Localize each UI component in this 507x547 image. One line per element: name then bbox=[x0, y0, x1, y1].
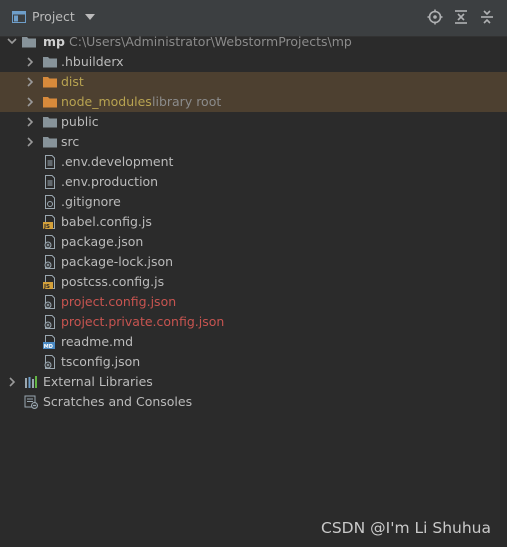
root-path: C:\Users\Administrator\WebstormProjects\… bbox=[69, 34, 352, 49]
json-file-icon bbox=[44, 355, 55, 369]
tree-item-src[interactable]: src bbox=[0, 132, 507, 152]
tree-item-label: dist bbox=[61, 74, 84, 89]
tree-item-label: package-lock.json bbox=[61, 254, 174, 269]
chevron-right-icon[interactable] bbox=[24, 92, 36, 112]
tree-item-label: .hbuilderx bbox=[61, 54, 124, 69]
javascript-file-icon: JS bbox=[43, 215, 55, 229]
expand-all-icon[interactable] bbox=[453, 9, 469, 25]
svg-text:MD: MD bbox=[44, 344, 53, 349]
tree-item-label: External Libraries bbox=[43, 374, 153, 389]
project-window-icon bbox=[12, 10, 26, 23]
tree-item-scratches-and-consoles[interactable]: Scratches and Consoles bbox=[0, 392, 507, 412]
text-file-icon bbox=[45, 175, 55, 189]
chevron-right-icon[interactable] bbox=[24, 132, 36, 152]
locate-file-icon[interactable] bbox=[427, 9, 443, 25]
tree-item-babel-config-js[interactable]: JS babel.config.js bbox=[0, 212, 507, 232]
library-root-hint: library root bbox=[152, 94, 222, 109]
scratches-icon bbox=[24, 395, 38, 409]
library-icon bbox=[25, 376, 37, 388]
tree-item-label: postcss.config.js bbox=[61, 274, 165, 289]
root-name: mp bbox=[43, 34, 65, 49]
tree-item-label: node_modules bbox=[61, 94, 152, 109]
json-file-icon bbox=[44, 235, 55, 249]
tree-item-label: src bbox=[61, 134, 80, 149]
tree-item-label: project.private.config.json bbox=[61, 314, 225, 329]
tree-item-env-production[interactable]: .env.production bbox=[0, 172, 507, 192]
chevron-right-icon[interactable] bbox=[24, 52, 36, 72]
view-title: Project bbox=[32, 9, 75, 24]
watermark: CSDN @I'm Li Shuhua bbox=[321, 519, 491, 537]
tree-item-postcss-config-js[interactable]: JS postcss.config.js bbox=[0, 272, 507, 292]
markdown-file-icon: MD bbox=[43, 335, 55, 349]
chevron-down-icon[interactable] bbox=[6, 32, 18, 52]
tree-item-public[interactable]: public bbox=[0, 112, 507, 132]
tree-item-label: babel.config.js bbox=[61, 214, 152, 229]
tree-item-node-modules[interactable]: node_modules library root bbox=[0, 92, 507, 112]
json-file-icon bbox=[44, 295, 55, 309]
tree-item-label: tsconfig.json bbox=[61, 354, 141, 369]
tree-item-label: Scratches and Consoles bbox=[43, 394, 193, 409]
folder-icon bbox=[22, 37, 36, 48]
tree-item-label: .env.production bbox=[61, 174, 159, 189]
json-file-icon bbox=[44, 255, 55, 269]
text-file-icon bbox=[45, 155, 55, 169]
tree-item-label: package.json bbox=[61, 234, 144, 249]
tree-item-label: project.config.json bbox=[61, 294, 177, 309]
folder-icon bbox=[43, 57, 57, 68]
svg-text:JS: JS bbox=[43, 224, 50, 229]
tree-item-package-lock-json[interactable]: package-lock.json bbox=[0, 252, 507, 272]
tree-item-gitignore[interactable]: .gitignore bbox=[0, 192, 507, 212]
collapse-all-icon[interactable] bbox=[479, 9, 495, 25]
gitignore-file-icon bbox=[45, 195, 55, 209]
excluded-folder-icon bbox=[43, 77, 57, 88]
tree-item-label: public bbox=[61, 114, 99, 129]
tree-item-label: .env.development bbox=[61, 154, 174, 169]
tree-item-external-libraries[interactable]: External Libraries bbox=[0, 372, 507, 392]
tree-item-label: readme.md bbox=[61, 334, 134, 349]
tree-item-project-config-json[interactable]: project.config.json bbox=[0, 292, 507, 312]
project-tree: mp C:\Users\Administrator\WebstormProjec… bbox=[0, 32, 507, 412]
svg-text:JS: JS bbox=[43, 284, 50, 289]
chevron-right-icon[interactable] bbox=[6, 372, 18, 392]
excluded-folder-icon bbox=[43, 97, 57, 108]
folder-icon bbox=[43, 137, 57, 148]
view-selector[interactable]: Project bbox=[12, 9, 95, 24]
json-file-icon bbox=[44, 315, 55, 329]
tree-item-env-development[interactable]: .env.development bbox=[0, 152, 507, 172]
tree-item-package-json[interactable]: package.json bbox=[0, 232, 507, 252]
chevron-down-icon[interactable] bbox=[84, 13, 95, 20]
tree-item-readme-md[interactable]: MD readme.md bbox=[0, 332, 507, 352]
tree-root-mp[interactable]: mp C:\Users\Administrator\WebstormProjec… bbox=[0, 32, 507, 52]
tree-item-hbuilderx[interactable]: .hbuilderx bbox=[0, 52, 507, 72]
javascript-file-icon: JS bbox=[43, 275, 55, 289]
chevron-right-icon[interactable] bbox=[24, 72, 36, 92]
folder-icon bbox=[43, 117, 57, 128]
chevron-right-icon[interactable] bbox=[24, 112, 36, 132]
tree-item-label: .gitignore bbox=[61, 194, 121, 209]
tree-item-dist[interactable]: dist bbox=[0, 72, 507, 92]
tree-item-project-private-config-json[interactable]: project.private.config.json bbox=[0, 312, 507, 332]
tree-item-tsconfig-json[interactable]: tsconfig.json bbox=[0, 352, 507, 372]
